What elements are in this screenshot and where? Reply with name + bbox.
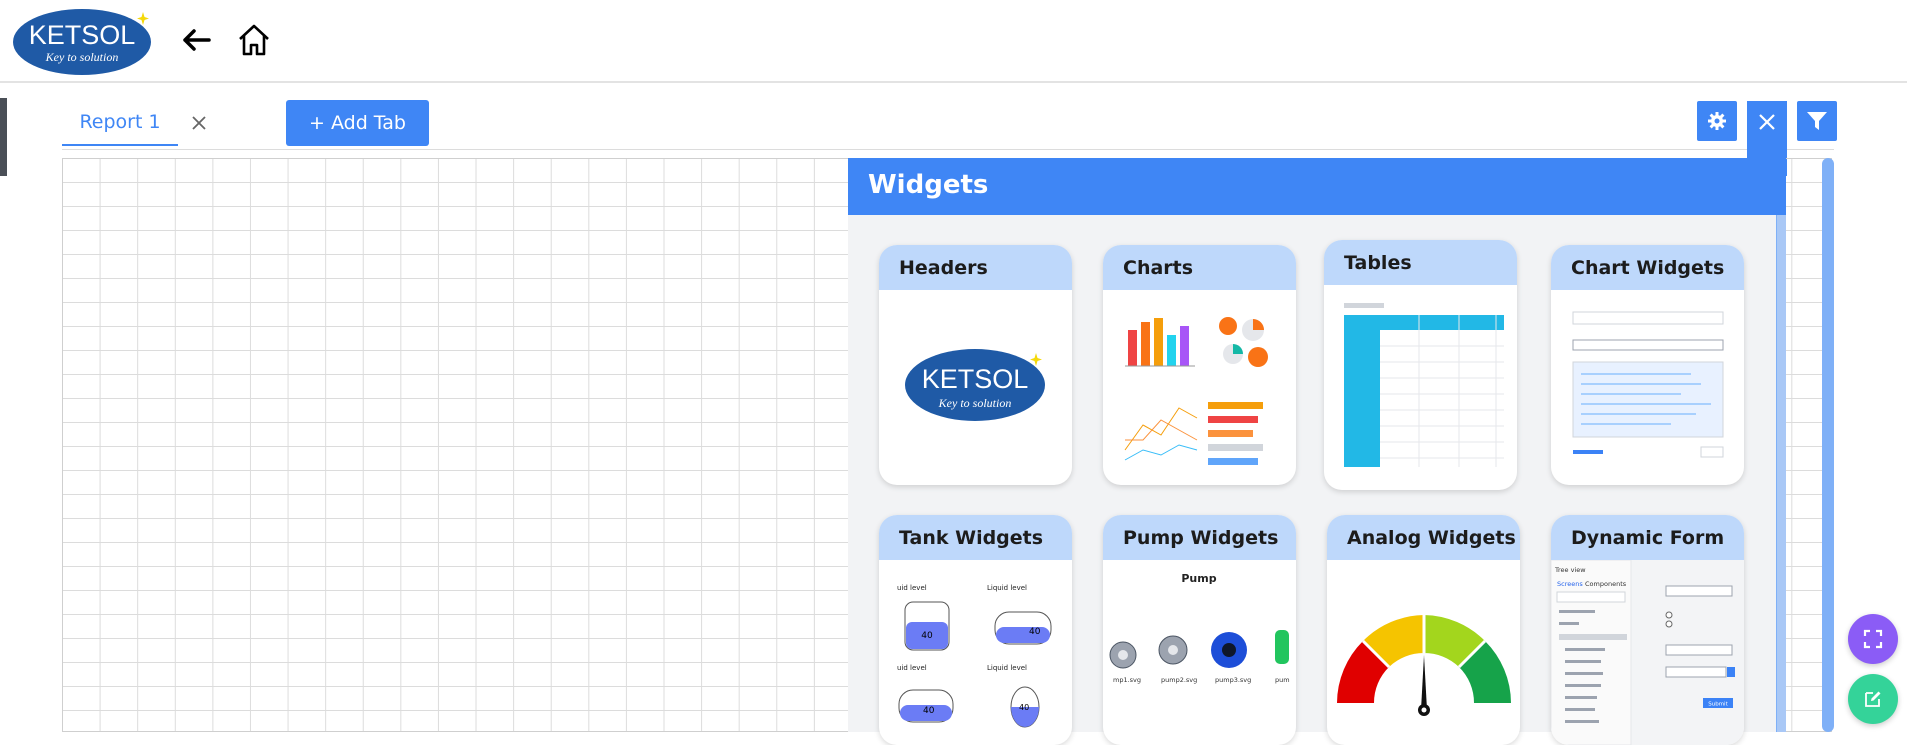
tab-bar: Report 1 + Add Tab (62, 100, 1834, 150)
chart-widgets-preview (1551, 290, 1744, 485)
svg-text:40: 40 (1019, 703, 1029, 712)
svg-text:mp1.svg: mp1.svg (1113, 676, 1141, 684)
widgets-panel-scrollbar[interactable] (1776, 215, 1786, 732)
headers-preview: KETSOL Key to solution (879, 290, 1072, 485)
widget-card-title: Pump Widgets (1103, 515, 1296, 560)
add-tab-button[interactable]: + Add Tab (286, 100, 429, 146)
svg-text:40: 40 (921, 631, 933, 641)
settings-button[interactable] (1697, 101, 1737, 141)
home-icon[interactable] (236, 22, 272, 58)
pump-widgets-preview: Pump mp1.svg pump2.svg pump3.svg pum (1103, 560, 1296, 745)
svg-text:Liquid level: Liquid level (987, 664, 1027, 672)
svg-text:Key to solution: Key to solution (45, 50, 119, 64)
fullscreen-button[interactable] (1848, 614, 1898, 664)
svg-text:Pump: Pump (1181, 572, 1216, 585)
tab-label: Report 1 (79, 111, 161, 133)
svg-text:Components: Components (1585, 580, 1627, 588)
widget-card-title: Chart Widgets (1551, 245, 1744, 290)
back-arrow-icon[interactable] (178, 22, 214, 58)
widget-card-title: Dynamic Form (1551, 515, 1744, 560)
close-tab-icon[interactable] (184, 108, 214, 138)
svg-text:uid level: uid level (897, 584, 927, 592)
widget-card-title: Headers (879, 245, 1072, 290)
svg-text:pum: pum (1275, 676, 1290, 684)
svg-text:uid level: uid level (897, 664, 927, 672)
svg-text:pump3.svg: pump3.svg (1215, 676, 1251, 684)
widget-card-title: Analog Widgets (1327, 515, 1520, 560)
svg-text:Key to solution: Key to solution (938, 396, 1012, 410)
widget-card-tank-widgets[interactable]: Tank Widgets uid level Liquid level uid … (879, 515, 1072, 745)
widget-card-charts[interactable]: Charts (1103, 245, 1296, 485)
edit-icon (1865, 691, 1881, 707)
tank-widgets-preview: uid level Liquid level uid level Liquid … (879, 560, 1072, 745)
svg-text:Submit: Submit (1708, 702, 1728, 708)
widget-card-title: Charts (1103, 245, 1296, 290)
ketsol-logo[interactable]: KETSOL Key to solution (12, 6, 152, 76)
filter-button[interactable] (1797, 101, 1837, 141)
top-bar: KETSOL Key to solution (0, 0, 1907, 83)
dynamic-form-preview: Tree view Screens Components Submit (1551, 559, 1744, 745)
widget-card-title: Tank Widgets (879, 515, 1072, 560)
gear-icon (1708, 112, 1726, 130)
widget-card-pump-widgets[interactable]: Pump Widgets Pump mp1.svg pump2.svg pump… (1103, 515, 1296, 745)
svg-text:Screens: Screens (1557, 580, 1583, 588)
analog-widgets-preview (1327, 560, 1520, 745)
widgets-panel: Widgets Headers KETSOL Key to solution C… (848, 158, 1786, 745)
widgets-panel-header: Widgets (848, 158, 1786, 215)
edit-button[interactable] (1848, 674, 1898, 724)
widget-card-title: Tables (1324, 240, 1517, 285)
svg-text:40: 40 (1029, 627, 1041, 637)
canvas-scrollbar[interactable] (1822, 158, 1834, 732)
tables-preview (1324, 285, 1517, 490)
svg-text:KETSOL: KETSOL (922, 364, 1029, 394)
charts-preview (1103, 290, 1296, 485)
widget-card-dynamic-form[interactable]: Dynamic Form Tree view Screens Component… (1551, 515, 1744, 745)
widgets-panel-title: Widgets (868, 170, 989, 200)
svg-text:Tree view: Tree view (1554, 566, 1586, 574)
filter-icon (1807, 112, 1827, 130)
svg-text:KETSOL: KETSOL (29, 20, 136, 50)
svg-text:pump2.svg: pump2.svg (1161, 676, 1197, 684)
svg-text:40: 40 (923, 706, 935, 716)
side-drawer-handle[interactable] (0, 98, 7, 176)
widget-card-chart-widgets[interactable]: Chart Widgets (1551, 245, 1744, 485)
ketsol-logo-preview: KETSOL Key to solution (905, 349, 1045, 421)
expand-icon (1863, 629, 1883, 649)
widget-card-tables[interactable]: Tables (1324, 240, 1517, 490)
widget-card-headers[interactable]: Headers KETSOL Key to solution (879, 245, 1072, 485)
close-icon (1759, 113, 1775, 130)
svg-text:Liquid level: Liquid level (987, 584, 1027, 592)
tab-report-1[interactable]: Report 1 (62, 100, 178, 146)
widget-card-analog-widgets[interactable]: Analog Widgets (1327, 515, 1520, 745)
